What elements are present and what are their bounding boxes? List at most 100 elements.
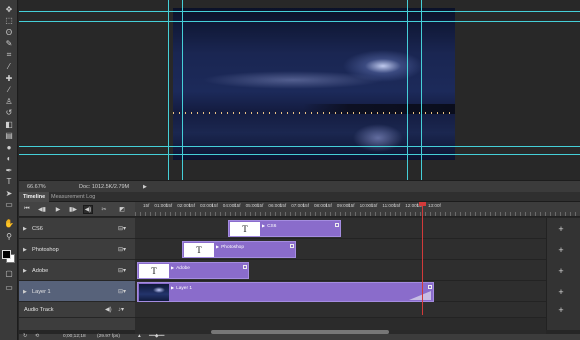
lane-audio xyxy=(135,302,546,318)
expand-arrow-icon[interactable]: ▶ xyxy=(23,268,27,274)
clip-options-icon[interactable] xyxy=(335,223,339,227)
vertical-guide[interactable] xyxy=(168,0,169,180)
track-header-layer-1[interactable]: ▶ Layer 1 ⊟▾ xyxy=(19,281,135,302)
audio-toggle-icon[interactable]: ◀) xyxy=(83,205,93,214)
timeline-footer: ↻ ⟲ 0;00;12;18 (29.97 fps) ▲ ━━◆━━ xyxy=(19,334,580,340)
fade-transition[interactable] xyxy=(409,291,431,300)
image-layer-thumbnail xyxy=(139,284,169,301)
filmstrip-menu-icon[interactable]: ⊟▾ xyxy=(118,267,126,274)
filmstrip-menu-icon[interactable]: ⊟▾ xyxy=(118,288,126,295)
time-ruler[interactable]: 15f 01:00f 15f 02:00f 15f 03:00f 15f 04:00f 15f 0… xyxy=(135,202,580,217)
track-header-photoshop[interactable]: ▶ Photoshop ⊟▾ xyxy=(19,239,135,260)
loop-icon[interactable]: ⟲ xyxy=(35,334,39,339)
zoom-tool-icon[interactable]: ⚲ xyxy=(2,229,16,243)
ruler-tick-label: 15f xyxy=(348,203,355,208)
expand-arrow-icon[interactable]: ▶ xyxy=(23,289,27,295)
track-name: Audio Track xyxy=(24,307,54,313)
split-at-playhead-icon[interactable]: ✂ xyxy=(99,205,109,214)
lane-photoshop: T ▶ Photoshop xyxy=(135,239,546,260)
zoom-slider[interactable]: ━━◆━━ xyxy=(149,334,164,339)
text-layer-thumbnail: T xyxy=(230,222,260,236)
panel-tab-bar: Timeline Measurement Log xyxy=(19,192,580,202)
doc-size: Doc: 1012.5K/2.79M xyxy=(79,184,130,190)
lane-adobe: T ▶ Adobe xyxy=(135,260,546,281)
status-bar: 66.67% Doc: 1012.5K/2.79M ▶ xyxy=(19,180,580,192)
vertical-guide[interactable] xyxy=(421,0,422,180)
go-to-first-frame-icon[interactable]: ⏮ xyxy=(22,205,32,214)
ruler-tick-label: 15f xyxy=(325,203,332,208)
play-icon[interactable]: ▶ xyxy=(53,205,63,214)
filmstrip-menu-icon[interactable]: ⊟▾ xyxy=(118,225,126,232)
clip-label: CS6 xyxy=(267,224,277,229)
ruler-tick-label: 15f xyxy=(188,203,195,208)
ruler-tick-label: 15f xyxy=(234,203,241,208)
tab-timeline[interactable]: Timeline xyxy=(19,192,50,202)
current-timecode[interactable]: 0;00;12;18 xyxy=(63,334,86,339)
frame-rate: (29.97 fps) xyxy=(97,334,120,339)
filmstrip-menu-icon[interactable]: ⊟▾ xyxy=(118,246,126,253)
horizontal-guide[interactable] xyxy=(19,21,580,22)
ruler-tick-label: 15f xyxy=(211,203,218,208)
track-name: Photoshop xyxy=(32,247,59,253)
add-media-button[interactable]: + xyxy=(556,245,566,255)
clip-options-icon[interactable] xyxy=(428,285,432,289)
tab-measurement-log[interactable]: Measurement Log xyxy=(47,192,99,202)
ruler-tick-label: 15f xyxy=(371,203,378,208)
next-frame-icon[interactable]: ▮▶ xyxy=(68,205,78,214)
horizontal-guide[interactable] xyxy=(19,154,580,155)
clip-label: Adobe xyxy=(176,266,190,271)
add-media-button[interactable]: + xyxy=(556,224,566,234)
convert-frame-animation-icon[interactable]: ↻ xyxy=(23,334,27,339)
track-name: Layer 1 xyxy=(32,289,51,295)
zoom-level[interactable]: 66.67% xyxy=(27,184,46,190)
track-name: CS6 xyxy=(32,226,43,232)
clip-adobe[interactable]: T ▶ Adobe xyxy=(137,262,249,279)
track-header-audio[interactable]: Audio Track ◀) ♪▾ xyxy=(19,302,135,318)
document-canvas[interactable] xyxy=(19,0,580,180)
hand-tool-icon[interactable]: ✋ xyxy=(2,216,16,230)
horizontal-guide[interactable] xyxy=(19,11,580,12)
quick-mask-icon[interactable]: ▢ xyxy=(2,266,16,280)
expand-arrow-icon[interactable]: ▶ xyxy=(23,247,27,253)
lane-cs6: T ▶ CS6 xyxy=(135,218,546,239)
ruler-tick-label: 15f xyxy=(279,203,287,208)
shape-tool-icon[interactable]: ▭ xyxy=(2,198,16,212)
clip-options-icon[interactable] xyxy=(243,265,247,269)
ruler-tick-label: 15f xyxy=(257,203,264,208)
previous-frame-icon[interactable]: ◀▮ xyxy=(37,205,47,214)
playhead[interactable] xyxy=(422,202,423,315)
clip-options-icon[interactable] xyxy=(290,244,294,248)
text-layer-thumbnail: T xyxy=(139,264,169,278)
lane-layer-1: ▶ Layer 1 xyxy=(135,281,546,302)
clip-photoshop[interactable]: T ▶ Photoshop xyxy=(182,241,296,258)
track-header-adobe[interactable]: ▶ Adobe ⊟▾ xyxy=(19,260,135,281)
add-media-button[interactable]: + xyxy=(556,266,566,276)
text-layer-thumbnail: T xyxy=(184,243,214,257)
screen-mode-icon[interactable]: ▭ xyxy=(2,280,16,294)
add-audio-button[interactable]: + xyxy=(556,305,566,315)
track-header-cs6[interactable]: ▶ CS6 ⊟▾ xyxy=(19,218,135,239)
ruler-tick-label: 15f xyxy=(165,203,173,208)
vertical-guide[interactable] xyxy=(407,0,408,180)
track-name: Adobe xyxy=(32,268,49,274)
expand-arrow-icon[interactable]: ▶ xyxy=(23,226,27,232)
add-media-column: + + + + + xyxy=(546,218,580,330)
vertical-guide[interactable] xyxy=(182,0,183,180)
timeline-controls: ⏮ ◀▮ ▶ ▮▶ ◀) ✂ ◩ xyxy=(19,202,135,217)
ruler-tick-label: 15f xyxy=(393,203,401,208)
clip-cs6[interactable]: T ▶ CS6 xyxy=(228,220,341,237)
foreground-color-swatch[interactable] xyxy=(2,250,11,259)
add-media-button[interactable]: + xyxy=(556,287,566,297)
ruler-tick-label: 15f xyxy=(143,203,150,208)
night-sky-image xyxy=(173,8,455,160)
clip-label: Photoshop xyxy=(221,245,245,250)
zoom-out-icon[interactable]: ▲ xyxy=(137,334,142,339)
clip-layer-1[interactable]: ▶ Layer 1 xyxy=(137,282,434,302)
ruler-tick-label: 13:00f xyxy=(428,203,441,208)
track-lanes: T ▶ CS6 T ▶ Photoshop T ▶ Adobe ▶ Layer 1 xyxy=(135,218,546,330)
music-note-menu-icon[interactable]: ♪▾ xyxy=(118,306,124,313)
status-menu-arrow-icon[interactable]: ▶ xyxy=(143,184,147,190)
mute-audio-icon[interactable]: ◀) xyxy=(105,306,112,313)
horizontal-guide[interactable] xyxy=(19,146,580,147)
render-video-icon[interactable]: ◩ xyxy=(117,205,127,214)
